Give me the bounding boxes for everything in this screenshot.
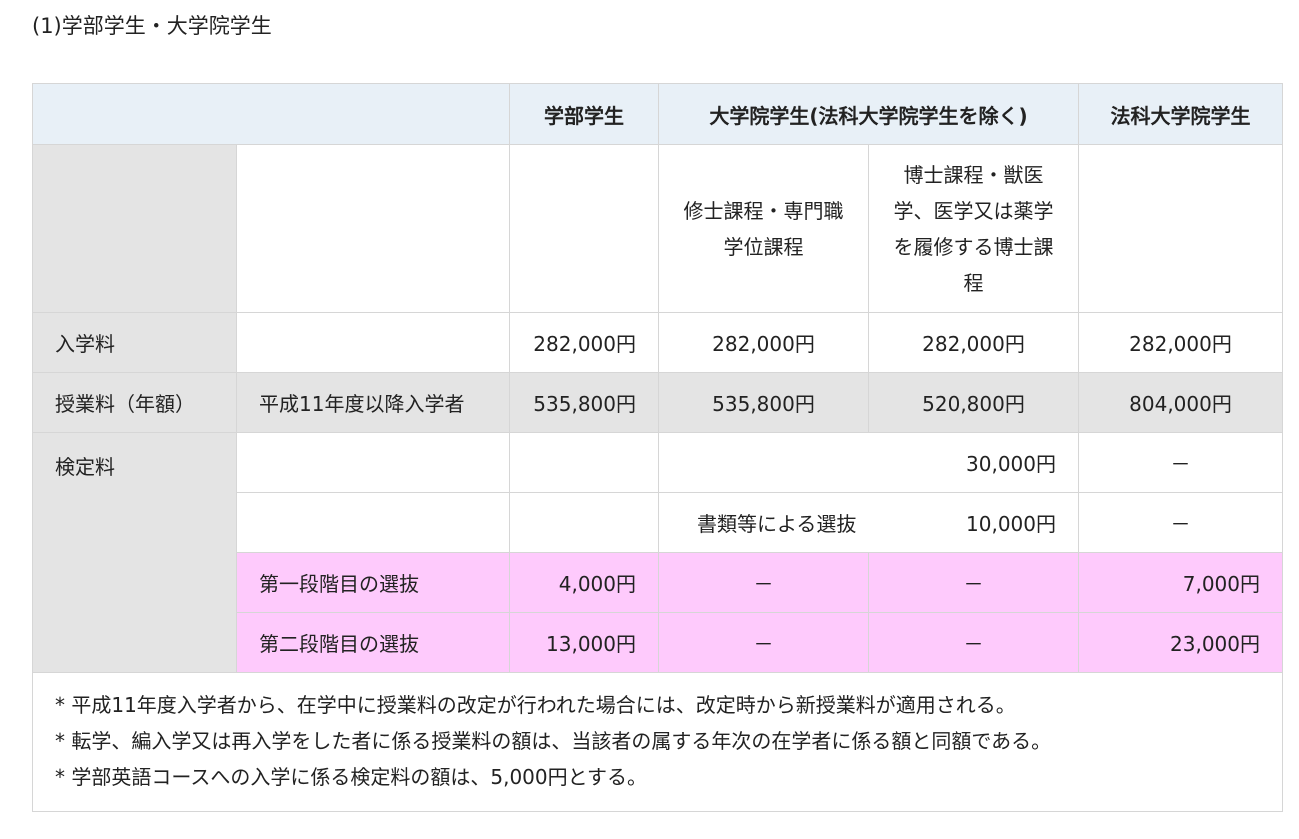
note-1: * 平成11年度入学者から、在学中に授業料の改定が行われた場合には、改定時から新… [55,693,1016,717]
section-title: (1)学部学生・大学院学生 [32,14,272,38]
tuition-label: 授業料（年額） [32,372,237,433]
exam-r2-sub-empty [236,492,510,553]
subheader-empty-sub [236,144,510,313]
exam-r1-sub-empty [236,432,510,493]
exam-r3-master: － [658,552,869,613]
header-law: 法科大学院学生 [1078,83,1283,145]
header-empty-cell [32,83,510,145]
exam-r3-undergrad: 4,000円 [509,552,659,613]
admission-master: 282,000円 [658,312,869,373]
exam-r2-law: － [1078,492,1283,553]
admission-undergrad: 282,000円 [509,312,659,373]
notes-row: * 平成11年度入学者から、在学中に授業料の改定が行われた場合には、改定時から新… [32,672,1283,812]
tuition-undergrad: 535,800円 [509,372,659,433]
exam-r1-grad: 30,000円 [658,432,1079,493]
exam-label: 検定料 [32,432,237,673]
exam-r4-law: 23,000円 [1078,612,1283,673]
exam-r4-doctor: － [868,612,1079,673]
subheader-row: 修士課程・専門職学位課程 博士課程・獣医学、医学又は薬学を履修する博士課程 [32,144,1283,313]
tuition-master: 535,800円 [658,372,869,433]
exam-r1-law: － [1078,432,1283,493]
notes-cell: * 平成11年度入学者から、在学中に授業料の改定が行われた場合には、改定時から新… [32,672,1283,812]
exam-r4-undergrad: 13,000円 [509,612,659,673]
header-grad: 大学院学生(法科大学院学生を除く) [658,83,1079,145]
admission-law: 282,000円 [1078,312,1283,373]
exam-r3-sub: 第一段階目の選抜 [236,552,510,613]
tuition-law: 804,000円 [1078,372,1283,433]
exam-r1-undergrad-empty [509,432,659,493]
exam-r2-undergrad-empty [509,492,659,553]
admission-sub-empty [236,312,510,373]
fee-table: 学部学生 大学院学生(法科大学院学生を除く) 法科大学院学生 修士課程・専門職学… [32,83,1283,812]
tuition-doctor: 520,800円 [868,372,1079,433]
exam-r3-law: 7,000円 [1078,552,1283,613]
tuition-row: 授業料（年額） 平成11年度以降入学者 535,800円 535,800円 52… [32,372,1283,433]
subheader-doctor: 博士課程・獣医学、医学又は薬学を履修する博士課程 [868,144,1079,313]
tuition-sub: 平成11年度以降入学者 [236,372,510,433]
exam-r2-grad-label: 書類等による選抜 [697,512,857,536]
note-3: * 学部英語コースへの入学に係る検定料の額は、5,000円とする。 [55,765,648,789]
subheader-empty-undergrad [509,144,659,313]
exam-r2-grad-value: 10,000円 [966,512,1056,536]
exam-row-1: 検定料 30,000円 － [32,432,1283,673]
table-header-row: 学部学生 大学院学生(法科大学院学生を除く) 法科大学院学生 [32,83,1283,145]
admission-row: 入学料 282,000円 282,000円 282,000円 282,000円 [32,312,1283,373]
admission-label: 入学料 [32,312,237,373]
note-2: * 転学、編入学又は再入学をした者に係る授業料の額は、当該者の属する年次の在学者… [55,729,1052,753]
exam-r4-sub: 第二段階目の選抜 [236,612,510,673]
exam-r2-grad-cell: 書類等による選抜 10,000円 [658,492,1079,553]
exam-r4-master: － [658,612,869,673]
admission-doctor: 282,000円 [868,312,1079,373]
subheader-empty-law [1078,144,1283,313]
subheader-master: 修士課程・専門職学位課程 [658,144,869,313]
subheader-empty-label [32,144,237,313]
header-undergrad: 学部学生 [509,83,659,145]
exam-r3-doctor: － [868,552,1079,613]
